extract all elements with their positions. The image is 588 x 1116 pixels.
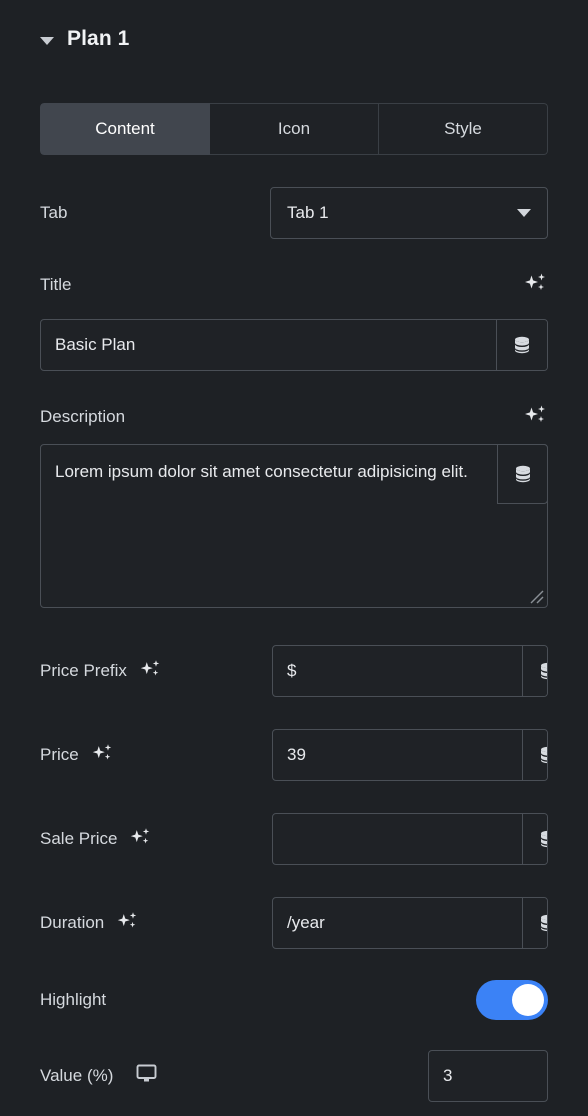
database-icon (515, 465, 530, 483)
resize-grip-icon[interactable] (530, 590, 544, 604)
tab-content[interactable]: Content (40, 103, 210, 155)
sparkles-icon[interactable] (522, 402, 548, 433)
highlight-row: Highlight (40, 980, 548, 1020)
title-label: Title (40, 275, 72, 294)
database-icon (541, 830, 547, 848)
title-field-header: Title (40, 272, 548, 298)
title-field-row (40, 319, 548, 371)
title-input[interactable] (41, 320, 496, 370)
database-icon (515, 336, 529, 354)
value-percent-label-group: Value (%) (40, 1062, 158, 1090)
caret-down-icon[interactable] (40, 36, 54, 45)
sparkles-icon[interactable] (115, 909, 139, 938)
duration-row: Duration (40, 897, 548, 949)
sale-price-dynamic-tag-button[interactable] (522, 814, 547, 864)
highlight-label: Highlight (40, 990, 107, 1009)
price-prefix-input[interactable] (273, 646, 522, 696)
database-icon (541, 914, 547, 932)
price-dynamic-tag-button[interactable] (522, 730, 547, 780)
highlight-toggle[interactable] (476, 980, 548, 1020)
description-label: Description (40, 407, 126, 426)
price-label-group: Price (40, 741, 114, 770)
description-field-header: Description (40, 404, 548, 430)
sparkles-icon[interactable] (138, 657, 162, 686)
description-dynamic-tag-button[interactable] (497, 444, 548, 504)
price-prefix-label: Price Prefix (40, 661, 127, 680)
tab-select-value: Tab 1 (287, 203, 329, 222)
section-header-plan-1[interactable]: Plan 1 (0, 0, 588, 56)
price-input[interactable] (273, 730, 522, 780)
description-textarea[interactable] (41, 445, 498, 607)
tab-style[interactable]: Style (379, 103, 548, 155)
sale-price-input-group (272, 813, 548, 865)
price-prefix-dynamic-tag-button[interactable] (522, 646, 547, 696)
tab-content-label: Content (95, 119, 155, 138)
price-prefix-row: Price Prefix (40, 645, 548, 697)
price-prefix-label-group: Price Prefix (40, 657, 162, 686)
value-percent-label: Value (%) (40, 1066, 114, 1085)
chevron-down-icon (517, 209, 531, 217)
sale-price-label: Sale Price (40, 829, 118, 848)
tab-select-label: Tab (40, 203, 68, 222)
tab-icon-label: Icon (277, 119, 311, 138)
tab-style-label: Style (444, 119, 482, 138)
sale-price-row: Sale Price (40, 813, 548, 865)
duration-input-group (272, 897, 548, 949)
duration-input[interactable] (273, 898, 522, 948)
database-icon (541, 746, 547, 764)
tab-select[interactable]: Tab 1 (270, 187, 548, 239)
settings-tab-bar: Content Icon Style (40, 103, 548, 155)
desktop-monitor-icon[interactable] (135, 1062, 158, 1090)
highlight-toggle-knob (512, 984, 544, 1016)
price-input-group (272, 729, 548, 781)
tab-icon[interactable]: Icon (210, 103, 379, 155)
value-percent-row: Value (%) (40, 1050, 548, 1102)
duration-label-group: Duration (40, 909, 139, 938)
title-input-group (40, 319, 548, 371)
title-dynamic-tag-button[interactable] (496, 320, 547, 370)
tab-select-row: Tab Tab 1 (40, 187, 548, 239)
duration-label: Duration (40, 913, 105, 932)
sale-price-label-group: Sale Price (40, 825, 152, 854)
sparkles-icon[interactable] (522, 270, 548, 301)
value-percent-input[interactable] (428, 1050, 548, 1102)
duration-dynamic-tag-button[interactable] (522, 898, 547, 948)
pricing-plan-settings-panel: Plan 1 Content Icon Style Tab Tab 1 Titl… (0, 0, 588, 1116)
sale-price-input[interactable] (273, 814, 522, 864)
sparkles-icon[interactable] (128, 825, 152, 854)
sparkles-icon[interactable] (90, 741, 114, 770)
price-label: Price (40, 745, 79, 764)
price-row: Price (40, 729, 548, 781)
description-input-group (40, 444, 548, 608)
page-title: Plan 1 (67, 27, 130, 50)
database-icon (541, 662, 547, 680)
price-prefix-input-group (272, 645, 548, 697)
